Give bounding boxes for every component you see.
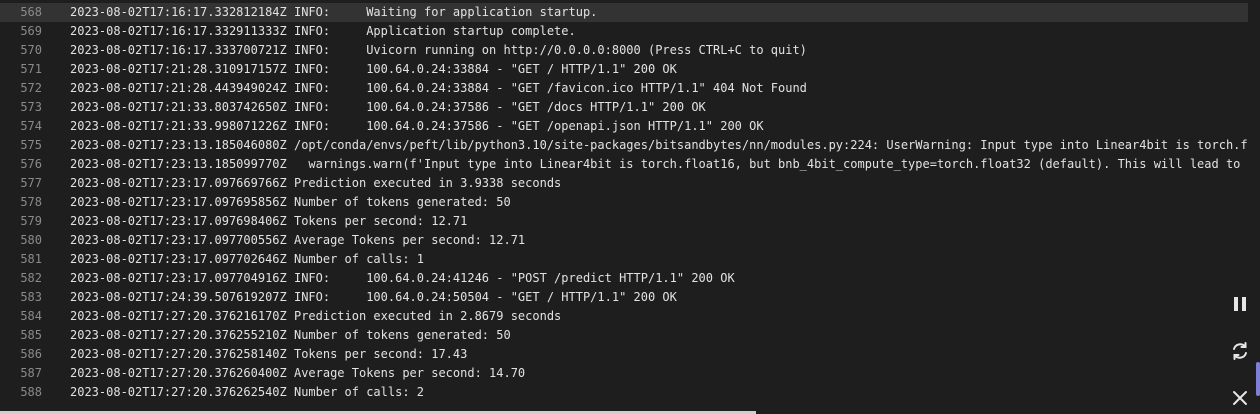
- line-number: 588: [20, 385, 42, 399]
- log-line: 586 2023-08-02T17:27:20.376258140Z Tokens…: [0, 345, 1248, 364]
- line-number: 579: [20, 214, 42, 228]
- log-text: 2023-08-02T17:27:20.376216170Z Predictio…: [70, 309, 562, 323]
- log-line: 585 2023-08-02T17:27:20.376255210Z Number…: [0, 326, 1248, 345]
- line-number: 573: [20, 100, 42, 114]
- log-text: 2023-08-02T17:16:17.332812184Z INFO: Wai…: [70, 5, 598, 19]
- log-text: 2023-08-02T17:23:17.097698406Z Tokens pe…: [70, 214, 468, 228]
- log-line: 571 2023-08-02T17:21:28.310917157Z INFO: …: [0, 60, 1248, 79]
- log-line: 569 2023-08-02T17:16:17.332911333Z INFO: …: [0, 22, 1248, 41]
- log-text: 2023-08-02T17:21:28.443949024Z INFO: 100…: [70, 81, 807, 95]
- log-line: 584 2023-08-02T17:27:20.376216170Z Predic…: [0, 307, 1248, 326]
- line-number: 576: [20, 157, 42, 171]
- log-text: 2023-08-02T17:27:20.376262540Z Number of…: [70, 385, 425, 399]
- log-text: 2023-08-02T17:23:17.097669766Z Predictio…: [70, 176, 562, 190]
- log-text: 2023-08-02T17:23:17.097695856Z Number of…: [70, 195, 511, 209]
- line-number: 582: [20, 271, 42, 285]
- log-text: 2023-08-02T17:27:20.376260400Z Average T…: [70, 366, 526, 380]
- log-text: 2023-08-02T17:23:17.097702646Z Number of…: [70, 252, 425, 266]
- log-line: 572 2023-08-02T17:21:28.443949024Z INFO: …: [0, 79, 1248, 98]
- log-line: 573 2023-08-02T17:21:33.803742650Z INFO: …: [0, 98, 1248, 117]
- refresh-icon: [1233, 342, 1247, 360]
- log-line: 576 2023-08-02T17:23:13.185099770Z warnin…: [0, 155, 1248, 174]
- pause-icon: [1234, 297, 1246, 311]
- log-line: 568 2023-08-02T17:16:17.332812184Z INFO: …: [0, 3, 1248, 22]
- line-number: 578: [20, 195, 42, 209]
- log-text: 2023-08-02T17:21:33.998071226Z INFO: 100…: [70, 119, 764, 133]
- log-text: 2023-08-02T17:24:39.507619207Z INFO: 100…: [70, 290, 677, 304]
- log-line: 570 2023-08-02T17:16:17.333700721Z INFO: …: [0, 41, 1248, 60]
- line-number: 575: [20, 138, 42, 152]
- log-line: 579 2023-08-02T17:23:17.097698406Z Tokens…: [0, 212, 1248, 231]
- line-number: 568: [20, 5, 42, 19]
- log-text: 2023-08-02T17:27:20.376255210Z Number of…: [70, 328, 511, 342]
- log-line: 578 2023-08-02T17:23:17.097695856Z Number…: [0, 193, 1248, 212]
- refresh-button[interactable]: [1228, 339, 1252, 363]
- log-line: 588 2023-08-02T17:27:20.376262540Z Number…: [0, 383, 1248, 402]
- log-line: 583 2023-08-02T17:24:39.507619207Z INFO: …: [0, 288, 1248, 307]
- log-line: 575 2023-08-02T17:23:13.185046080Z /opt/c…: [0, 136, 1248, 155]
- log-line: 587 2023-08-02T17:27:20.376260400Z Averag…: [0, 364, 1248, 383]
- line-number: 574: [20, 119, 42, 133]
- log-text: 2023-08-02T17:27:20.376258140Z Tokens pe…: [70, 347, 468, 361]
- line-number: 571: [20, 62, 42, 76]
- log-text: 2023-08-02T17:23:13.185046080Z /opt/cond…: [70, 138, 1248, 152]
- close-icon: [1233, 391, 1247, 405]
- close-button[interactable]: [1228, 386, 1252, 410]
- log-text: 2023-08-02T17:23:13.185099770Z warnings.…: [70, 157, 1248, 171]
- line-number: 572: [20, 81, 42, 95]
- log-line: 577 2023-08-02T17:23:17.097669766Z Predic…: [0, 174, 1248, 193]
- log-viewer: 568 2023-08-02T17:16:17.332812184Z INFO: …: [0, 3, 1260, 402]
- line-number: 584: [20, 309, 42, 323]
- log-text: 2023-08-02T17:16:17.333700721Z INFO: Uvi…: [70, 43, 807, 57]
- log-text: 2023-08-02T17:23:17.097700556Z Average T…: [70, 233, 526, 247]
- line-number: 587: [20, 366, 42, 380]
- pause-button[interactable]: [1228, 292, 1252, 316]
- line-number: 583: [20, 290, 42, 304]
- log-text: 2023-08-02T17:23:17.097704916Z INFO: 100…: [70, 271, 735, 285]
- line-number: 569: [20, 24, 42, 38]
- line-number: 586: [20, 347, 42, 361]
- line-number: 581: [20, 252, 42, 266]
- line-number: 570: [20, 43, 42, 57]
- log-line: 582 2023-08-02T17:23:17.097704916Z INFO: …: [0, 269, 1248, 288]
- log-line: 574 2023-08-02T17:21:33.998071226Z INFO: …: [0, 117, 1248, 136]
- line-number: 585: [20, 328, 42, 342]
- log-line: 581 2023-08-02T17:23:17.097702646Z Number…: [0, 250, 1248, 269]
- log-text: 2023-08-02T17:21:28.310917157Z INFO: 100…: [70, 62, 677, 76]
- line-number: 577: [20, 176, 42, 190]
- vertical-scrollbar-thumb[interactable]: [1256, 362, 1260, 396]
- log-line: 580 2023-08-02T17:23:17.097700556Z Averag…: [0, 231, 1248, 250]
- log-text: 2023-08-02T17:21:33.803742650Z INFO: 100…: [70, 100, 706, 114]
- log-text: 2023-08-02T17:16:17.332911333Z INFO: App…: [70, 24, 576, 38]
- line-number: 580: [20, 233, 42, 247]
- log-controls: [1220, 280, 1260, 414]
